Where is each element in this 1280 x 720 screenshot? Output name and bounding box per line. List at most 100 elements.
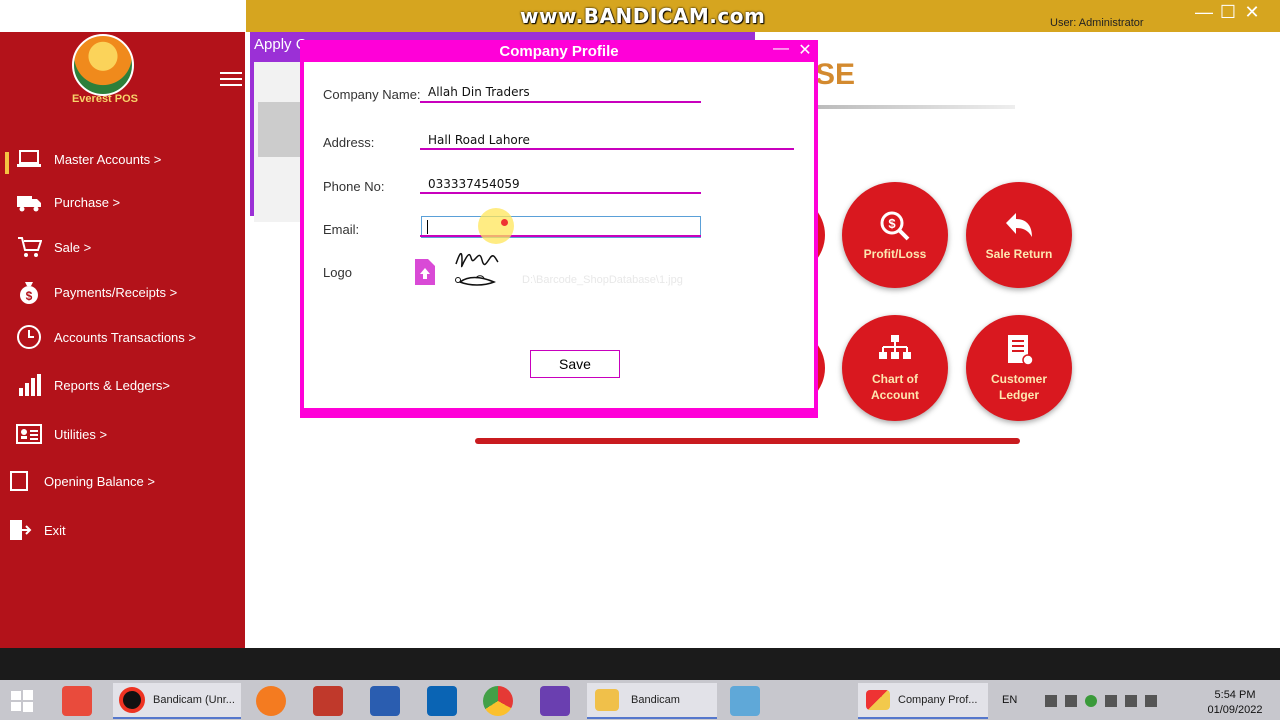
clock-date: 01/09/2022 <box>1207 704 1263 716</box>
id-card-icon <box>14 421 44 447</box>
laptop-icon <box>14 146 44 172</box>
start-button[interactable] <box>10 683 34 719</box>
sidebar-item-reports-ledgers[interactable]: Reports & Ledgers> <box>0 367 245 403</box>
chart-of-account-button[interactable]: Chart of Account <box>842 315 948 421</box>
logo-path-text: D:\Barcode_ShopDatabase\1.jpg <box>522 274 683 286</box>
clock-time: 5:54 PM <box>1214 689 1256 701</box>
profit-loss-button[interactable]: $ Profit/Loss <box>842 182 948 288</box>
text-caret <box>427 220 428 234</box>
sidebar-item-sale[interactable]: Sale > <box>0 229 245 265</box>
org-chart-icon <box>879 335 911 359</box>
mouse-cursor-highlight <box>478 208 514 244</box>
clock-icon <box>14 324 44 350</box>
taskbar-app-firefox[interactable] <box>256 683 286 719</box>
dashboard-heading: SE <box>815 58 856 91</box>
document-icon <box>4 468 34 494</box>
editor-icon <box>370 686 400 716</box>
money-bag-icon: $ <box>14 279 44 305</box>
taskbar-item-bandicam[interactable]: Bandicam (Unr... <box>113 683 241 719</box>
sidebar-item-exit[interactable]: Exit <box>0 512 245 548</box>
sidebar-item-purchase[interactable]: Purchase > <box>0 184 245 220</box>
taskbar-app-visual-studio[interactable] <box>540 683 570 719</box>
customer-ledger-button[interactable]: Customer Ledger <box>966 315 1072 421</box>
taskbar-item-label: Bandicam (Unr... <box>153 694 235 706</box>
status-strip <box>0 648 1280 680</box>
button-label: Chart of Account <box>871 372 919 402</box>
chrome-icon <box>483 686 513 716</box>
sale-return-button[interactable]: Sale Return <box>966 182 1072 288</box>
taskbar-item-company-profile[interactable]: Company Prof... <box>858 683 988 719</box>
taskbar-app-chrome[interactable] <box>483 683 513 719</box>
taskbar-item-bandicam-folder[interactable]: Bandicam <box>587 683 717 719</box>
sidebar-item-accounts-transactions[interactable]: Accounts Transactions > <box>0 319 245 355</box>
address-field[interactable]: Hall Road Lahore <box>428 133 530 147</box>
mouse-cursor-icon <box>501 219 508 226</box>
email-label: Email: <box>323 222 360 237</box>
volume-icon <box>1145 695 1157 707</box>
sidebar-item-utilities[interactable]: Utilities > <box>0 416 245 452</box>
user-label: User: Administrator <box>1050 17 1144 29</box>
record-icon <box>62 686 92 716</box>
logo-preview-image <box>452 244 504 290</box>
logo-text: Everest POS <box>71 93 139 105</box>
sidebar-item-label: Master Accounts > <box>54 151 162 167</box>
maximize-button[interactable]: ☐ <box>1216 2 1240 24</box>
return-arrow-icon <box>1006 213 1032 237</box>
sidebar-item-label: Reports & Ledgers> <box>54 377 170 393</box>
phone-label: Phone No: <box>323 179 385 194</box>
sidebar-item-payments-receipts[interactable]: $ Payments/Receipts > <box>0 274 245 310</box>
visual-studio-icon <box>540 686 570 716</box>
button-label: Profit/Loss <box>863 247 927 261</box>
tray-icon <box>1105 695 1117 707</box>
apply-window-title: Apply C <box>254 36 307 53</box>
save-button[interactable]: Save <box>530 350 620 378</box>
boat-app-icon <box>730 686 760 716</box>
search-money-icon: $ <box>880 211 910 241</box>
taskbar-clock[interactable]: 5:54 PM 01/09/2022 <box>1200 688 1270 718</box>
truck-icon <box>14 189 44 215</box>
tray-icon <box>1065 695 1077 707</box>
sidebar-item-label: Exit <box>44 522 66 538</box>
taskbar-app-editor[interactable] <box>370 683 400 719</box>
tray-icon <box>1085 695 1097 707</box>
sidebar-item-master-accounts[interactable]: Master Accounts > <box>0 141 245 177</box>
close-button[interactable]: ✕ <box>1240 2 1264 24</box>
taskbar-app-toolbox[interactable] <box>313 683 343 719</box>
address-label: Address: <box>323 135 375 150</box>
bandicam-watermark: www.BANDICAM.com <box>520 4 766 28</box>
tray-icons[interactable] <box>1045 683 1157 719</box>
heading-underline <box>815 105 1015 109</box>
cart-icon <box>14 234 44 260</box>
taskbar-app-boat[interactable] <box>730 683 760 719</box>
everest-logo <box>72 34 134 96</box>
folder-icon <box>595 689 619 711</box>
hamburger-menu-icon[interactable] <box>220 72 242 88</box>
email-underline <box>420 235 701 237</box>
address-underline <box>420 148 794 150</box>
phone-field[interactable]: 033337454059 <box>428 177 520 191</box>
toolbox-icon <box>313 686 343 716</box>
windows-icon <box>11 690 33 712</box>
minimize-button[interactable]: — <box>1192 2 1216 24</box>
taskbar-app-bandicam-rec[interactable] <box>62 683 92 719</box>
network-icon <box>1125 695 1137 707</box>
upload-file-icon[interactable] <box>415 259 435 285</box>
sidebar-item-label: Accounts Transactions > <box>54 329 196 345</box>
language-indicator[interactable]: EN <box>1002 694 1017 706</box>
tray-icon <box>1045 695 1057 707</box>
taskbar-item-label: Bandicam <box>631 694 680 706</box>
dialog-minimize-button[interactable]: — <box>772 40 790 58</box>
bandicam-icon <box>119 687 145 713</box>
dialog-close-button[interactable]: ✕ <box>796 40 814 60</box>
sidebar-item-label: Sale > <box>54 239 92 255</box>
decorative-line <box>475 438 1020 444</box>
company-name-field[interactable]: Allah Din Traders <box>428 85 530 99</box>
taskbar-item-label: Company Prof... <box>898 694 978 706</box>
firefox-icon <box>256 686 286 716</box>
sidebar-item-opening-balance[interactable]: Opening Balance > <box>0 463 245 499</box>
bar-chart-icon <box>14 372 44 398</box>
taskbar-app-outlook[interactable] <box>427 683 457 719</box>
sidebar-item-label: Payments/Receipts > <box>54 284 178 300</box>
svg-text:$: $ <box>888 216 896 231</box>
dialog-title: Company Profile <box>499 43 619 60</box>
